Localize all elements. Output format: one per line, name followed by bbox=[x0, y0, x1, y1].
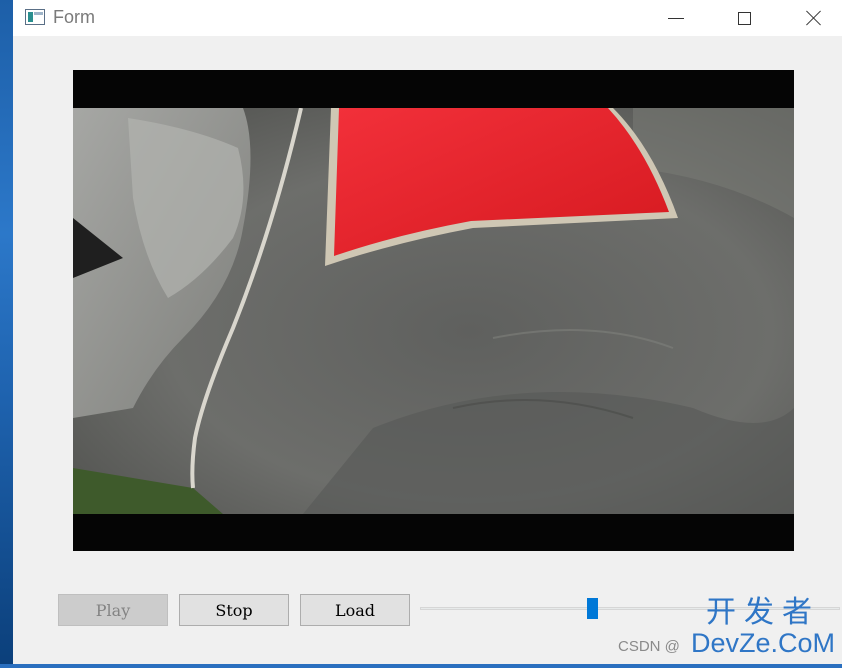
slider-handle[interactable] bbox=[587, 598, 599, 619]
devze-watermark-cn: 开发者 bbox=[706, 596, 820, 629]
play-button[interactable]: Play bbox=[58, 594, 168, 626]
close-icon bbox=[806, 10, 822, 26]
csdn-watermark: CSDN @ bbox=[618, 638, 680, 655]
devze-watermark-en: DevZe.CoM bbox=[690, 628, 836, 658]
title-bar[interactable]: Form bbox=[13, 0, 842, 36]
app-form-icon bbox=[25, 9, 45, 25]
form-window: Form Play Stop Load bbox=[13, 0, 842, 664]
desktop-background bbox=[0, 0, 13, 668]
maximize-icon bbox=[737, 11, 751, 25]
video-frame bbox=[73, 108, 794, 514]
stop-button[interactable]: Stop bbox=[179, 594, 289, 626]
load-button[interactable]: Load bbox=[300, 594, 410, 626]
devze-watermark: 开发者 DevZe.CoM bbox=[688, 598, 838, 657]
window-title: Form bbox=[53, 7, 95, 27]
close-button[interactable] bbox=[791, 0, 837, 36]
maximize-button[interactable] bbox=[721, 0, 767, 36]
minimize-icon bbox=[668, 17, 684, 19]
video-frame-elephant bbox=[73, 108, 794, 514]
minimize-button[interactable] bbox=[653, 0, 699, 36]
taskbar-edge bbox=[0, 664, 842, 668]
video-widget bbox=[73, 70, 794, 551]
